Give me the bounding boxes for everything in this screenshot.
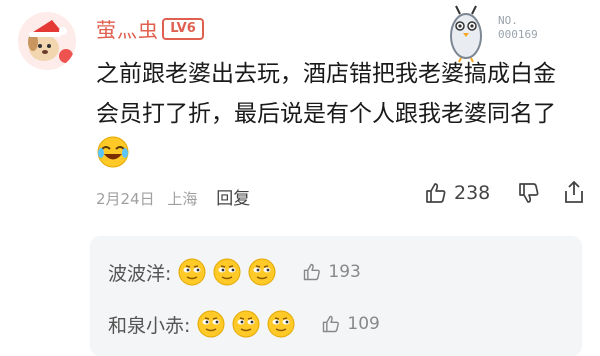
doge-emoji-icon	[267, 310, 295, 338]
reply-row[interactable]: 和泉小赤: 109	[108, 304, 380, 344]
thumbs-up-icon	[304, 263, 321, 281]
thumbs-down-icon	[519, 183, 539, 203]
thumbs-up-icon	[323, 315, 340, 333]
reply-button[interactable]: 回复	[216, 189, 250, 209]
reply-username[interactable]: 和泉小赤:	[108, 311, 190, 338]
doge-emoji-icon	[232, 310, 260, 338]
reply-like-count: 109	[347, 314, 380, 334]
username[interactable]: 萤灬虫	[96, 14, 159, 43]
dislike-button[interactable]	[517, 181, 541, 209]
dog-avatar-icon	[18, 12, 76, 70]
reply-row[interactable]: 波波洋: 193	[108, 252, 361, 292]
laughing-cry-emoji-icon	[97, 136, 129, 168]
fan-badge-no-value: 000169	[498, 28, 538, 41]
comment-text: 之前跟老婆出去玩，酒店错把我老婆搞成白金会员打了折，最后说是有个人跟我老婆同名了	[96, 54, 566, 174]
comment-location: 上海	[167, 190, 198, 208]
reply-like-button[interactable]: 193	[302, 262, 361, 282]
replies-panel: 波波洋: 193 和泉小赤: 109	[90, 236, 582, 356]
doge-emoji-icon	[197, 310, 225, 338]
doge-emoji-icon	[248, 258, 276, 286]
comment-body: 之前跟老婆出去玩，酒店错把我老婆搞成白金会员打了折，最后说是有个人跟我老婆同名了	[96, 61, 556, 127]
doge-emoji-icon	[178, 258, 206, 286]
comment-date: 2月24日	[96, 190, 155, 208]
fan-badge-no-label: NO.	[498, 14, 518, 27]
share-icon	[565, 180, 583, 203]
share-button[interactable]	[563, 180, 585, 208]
reply-like-button[interactable]: 109	[321, 314, 380, 334]
reply-like-count: 193	[328, 262, 361, 282]
comment-meta: 2月24日 上海 回复	[96, 184, 258, 209]
avatar[interactable]	[18, 12, 76, 70]
like-button[interactable]: 238	[424, 181, 490, 205]
reply-username[interactable]: 波波洋:	[108, 259, 171, 286]
fan-badge-number: NO. 000169	[498, 14, 558, 42]
like-count: 238	[454, 182, 491, 204]
thumbs-up-icon	[426, 183, 446, 203]
level-badge: LV6	[162, 18, 204, 40]
doge-emoji-icon	[213, 258, 241, 286]
